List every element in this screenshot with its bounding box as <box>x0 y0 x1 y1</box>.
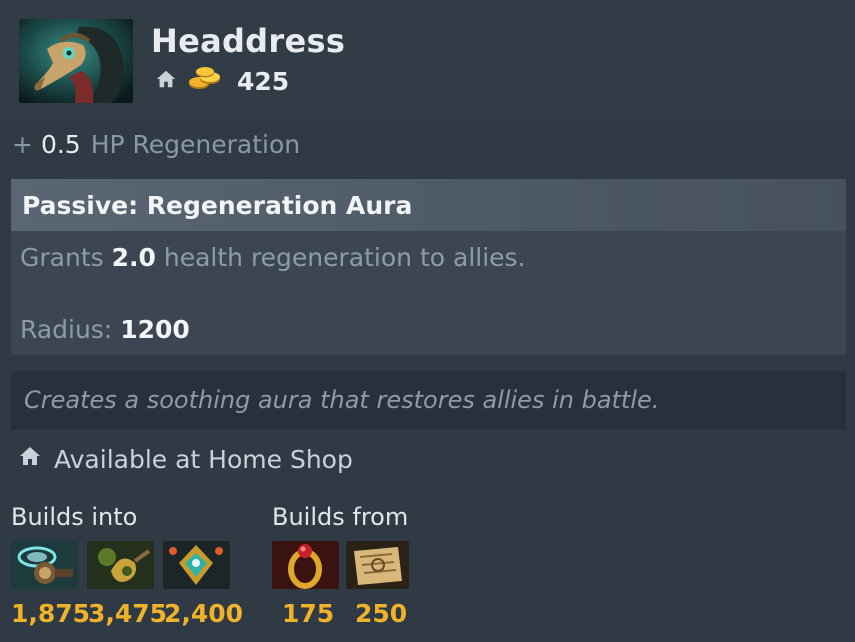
lore-text: Creates a soothing aura that restores al… <box>24 386 660 414</box>
attribute-plus: + <box>12 129 33 159</box>
mekansm-price: 1,875 <box>11 599 91 628</box>
ring-of-regen-price: 175 <box>282 599 335 628</box>
item-cost: 425 <box>237 66 290 96</box>
attribute-value: 0.5 <box>40 129 81 159</box>
gold-coins-icon <box>187 66 237 96</box>
pipe-price: 3,475 <box>88 599 168 628</box>
lore-panel: Creates a soothing aura that restores al… <box>11 371 846 430</box>
ability-desc-value: 2.0 <box>111 243 156 272</box>
ability-desc-before: Grants <box>20 243 104 272</box>
attribute-label: HP Regeneration <box>90 129 301 159</box>
builds-from-label: Builds from <box>272 503 409 531</box>
item-header: Headdress 425 <box>0 0 855 120</box>
item-cost-row: 425 <box>155 66 289 96</box>
ability-desc-after: health regeneration to allies. <box>163 243 526 272</box>
shop-availability: Available at Home Shop <box>18 443 353 475</box>
ability-radius: Radius: 1200 <box>20 315 190 344</box>
builds-into-label: Builds into <box>11 503 138 531</box>
headdress-item-icon <box>19 19 133 103</box>
pipe-item-icon[interactable] <box>87 541 154 589</box>
home-shop-icon <box>18 444 54 474</box>
recipe-price: 250 <box>355 599 408 628</box>
ability-description: Grants 2.0 health regeneration to allies… <box>20 243 526 272</box>
attribute-row: + 0.5 HP Regeneration <box>12 128 300 160</box>
ring-of-regen-item-icon[interactable] <box>272 541 339 589</box>
shop-availability-text: Available at Home Shop <box>54 444 353 474</box>
ability-header: Passive: Regeneration Aura <box>11 179 846 231</box>
holy-locket-price: 2,400 <box>164 599 244 628</box>
ability-title: Passive: Regeneration Aura <box>22 191 413 220</box>
home-shop-icon <box>155 68 187 94</box>
holy-locket-item-icon[interactable] <box>163 541 230 589</box>
ability-panel: Passive: Regeneration Aura Grants 2.0 he… <box>11 179 846 355</box>
mekansm-item-icon[interactable] <box>11 541 78 589</box>
recipe-scroll-icon[interactable] <box>346 541 409 589</box>
item-name: Headdress <box>151 22 346 60</box>
radius-label: Radius: <box>20 315 113 344</box>
radius-value: 1200 <box>120 315 190 344</box>
